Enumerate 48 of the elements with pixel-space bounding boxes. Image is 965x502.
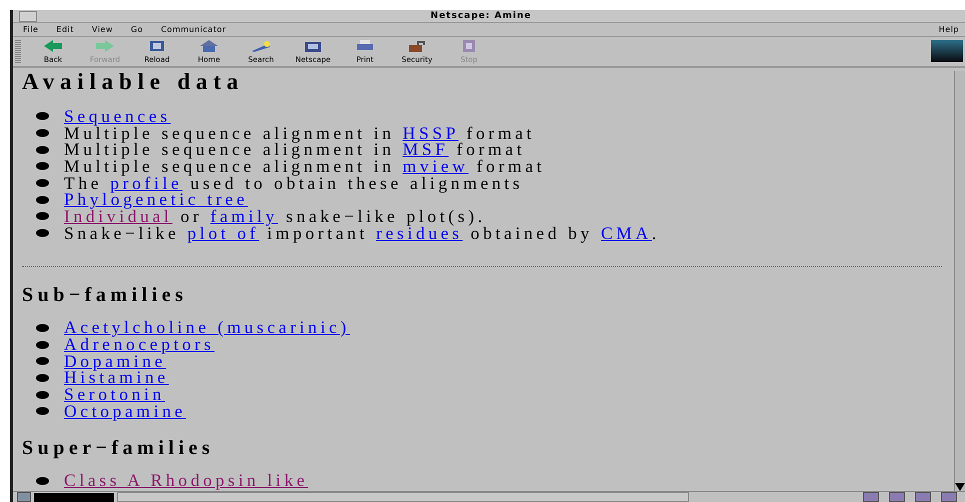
printer-icon [354,39,376,53]
bullet-icon [36,476,49,485]
menu-item[interactable]: View [92,25,113,34]
window-title: Netscape: Amine [430,11,532,21]
bullet-icon [36,374,49,382]
toolbar-grip[interactable] [15,39,21,64]
bullet-icon [36,407,49,416]
padlock-icon [406,39,428,53]
monitor-icon [302,39,324,53]
lock-status-icon [17,492,31,502]
bullet-icon [36,324,49,332]
bullet-icon [36,357,49,366]
scrollbar[interactable] [954,71,965,491]
menu-item[interactable]: Edit [56,25,74,34]
bullet-icon [36,129,49,138]
list-item-text: Individual or family snake−like plot(s). [64,208,486,225]
bullet-icon [36,340,49,349]
list-item-text: Snake−like plot of important residues obtained by CMA. [64,224,660,242]
bullet-icon [36,112,49,120]
house-icon [198,39,220,53]
bullet-icon [36,390,49,399]
menu-item[interactable]: Communicator [160,25,226,34]
right-arrow-icon [94,39,116,53]
netscape-logo [931,40,963,62]
bullet-icon [36,196,49,204]
component-icon[interactable] [915,492,931,502]
list-item-text: Multiple sequence alignment in HSSP format [64,124,536,142]
link[interactable]: Class A Rhodopsin like [64,470,308,491]
menu-item[interactable]: Go [130,25,143,34]
bullet-icon [36,229,49,238]
section-heading: Sub−families [22,284,188,304]
left-arrow-icon [42,39,64,53]
bullet-icon [36,179,49,188]
section-heading: Super−families [22,438,216,458]
section-heading: Available data [22,71,245,93]
list-item-text: Multiple sequence alignment in mview format [64,158,546,175]
menu-item[interactable]: File [23,25,38,34]
menu-item[interactable]: Help [938,25,959,34]
list-item-text: The profile used to obtain these alignments [64,174,524,192]
bullet-icon [36,146,49,154]
component-icon[interactable] [889,492,905,502]
bullet-icon [36,212,49,220]
component-icon[interactable] [863,492,879,502]
window-menu-button[interactable] [19,10,37,22]
bullet-icon [36,162,49,170]
link[interactable]: Sequences [64,106,171,127]
link[interactable]: CMA [600,222,652,243]
link[interactable]: Acetylcholine (muscarinic) [64,317,350,338]
